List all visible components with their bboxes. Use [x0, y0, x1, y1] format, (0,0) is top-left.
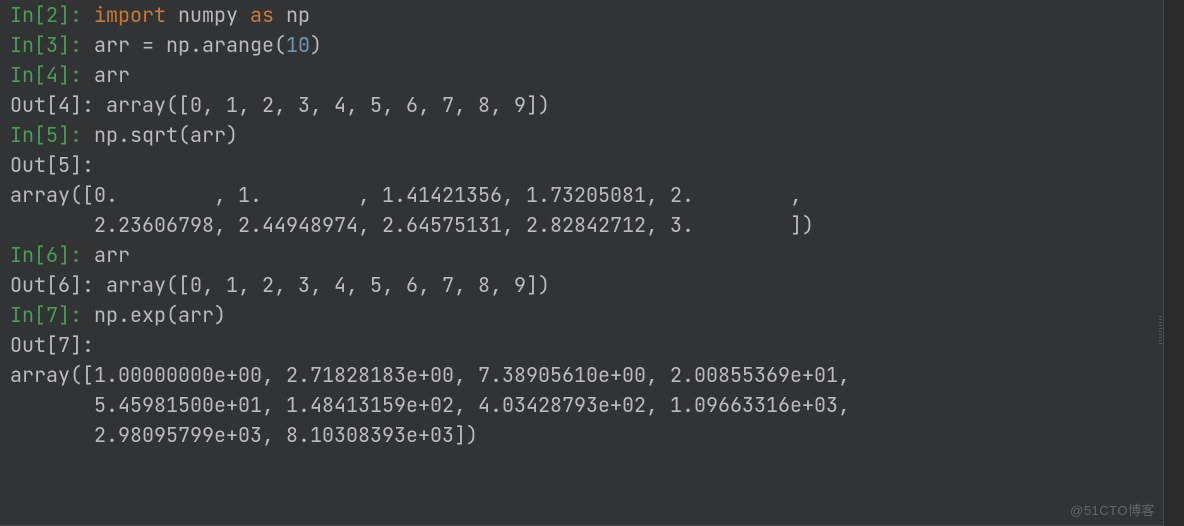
watermark: @51CTO博客	[1070, 500, 1155, 519]
console-output: In[2]: import numpy as np In[3]: arr = n…	[10, 0, 1163, 450]
python-console[interactable]: In[2]: import numpy as np In[3]: arr = n…	[0, 0, 1164, 526]
scroll-indicator	[1159, 316, 1162, 346]
